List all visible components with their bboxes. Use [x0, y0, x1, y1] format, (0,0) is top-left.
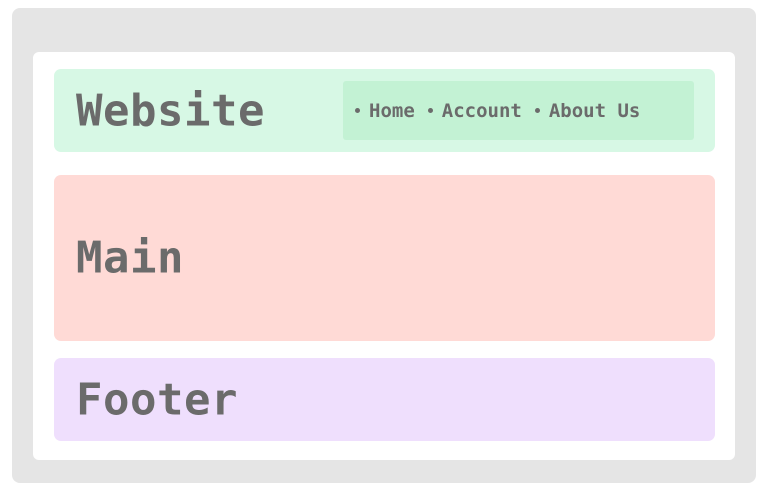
- bullet-icon: [534, 108, 540, 113]
- main-block: Main: [54, 175, 715, 341]
- nav-item-about-us[interactable]: About Us: [534, 99, 641, 122]
- main-label: Main: [76, 232, 184, 284]
- nav-item-label: Home: [369, 99, 415, 122]
- nav-item-label: Account: [441, 99, 522, 122]
- bullet-icon: [427, 108, 433, 113]
- nav-item-home[interactable]: Home: [355, 100, 415, 122]
- header-title: Website: [76, 85, 265, 136]
- nav-bar: Home Account About Us: [343, 81, 694, 140]
- bullet-icon: [355, 108, 360, 113]
- nav-item-account[interactable]: Account: [427, 99, 522, 122]
- footer-label: Footer: [76, 374, 238, 425]
- footer-block: Footer: [54, 358, 715, 441]
- nav-item-label: About Us: [548, 99, 641, 122]
